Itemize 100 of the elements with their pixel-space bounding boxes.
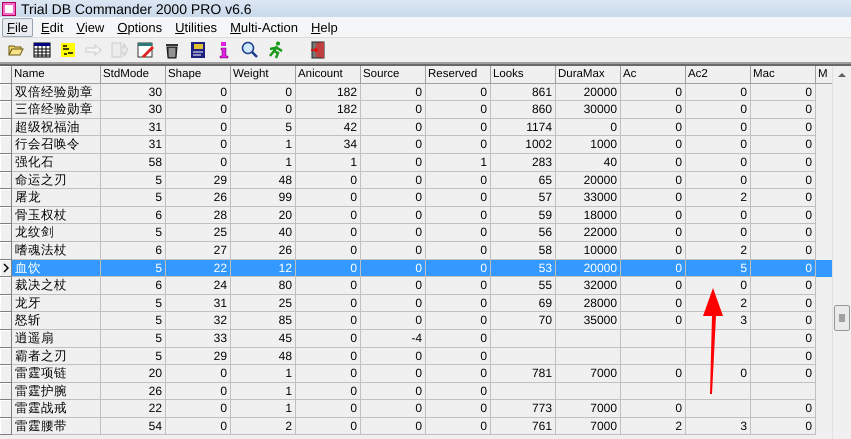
table-cell: 0: [166, 382, 231, 400]
column-header[interactable]: Weight: [231, 66, 296, 84]
table-cell: 0: [426, 330, 491, 348]
table-cell: 0: [361, 224, 426, 242]
table-cell: 裁决之杖: [12, 277, 101, 295]
menu-item[interactable]: Multi-Action: [225, 18, 303, 36]
table-cell: [491, 330, 556, 348]
table-cell: 1000: [556, 136, 621, 154]
table-cell: 6: [101, 277, 166, 295]
table-cell: 0: [426, 365, 491, 383]
table-cell: 0: [621, 242, 686, 260]
column-header[interactable]: Mac: [751, 66, 816, 84]
menu-item[interactable]: Options: [112, 18, 168, 36]
table-cell: 0: [751, 312, 816, 330]
table-cell: 0: [296, 224, 361, 242]
table-cell: 58: [101, 154, 166, 172]
table-cell: [686, 348, 751, 366]
table-cell: 1: [231, 400, 296, 418]
column-header[interactable]: Source: [361, 66, 426, 84]
table-cell: 182: [296, 84, 361, 102]
table-cell: 0: [361, 242, 426, 260]
table-cell: 屠龙: [12, 189, 101, 207]
table-cell: 2: [621, 418, 686, 436]
table-cell: 0: [361, 294, 426, 312]
table-cell: 骨玉权杖: [12, 206, 101, 224]
column-header[interactable]: Ac2: [686, 66, 751, 84]
menu-item[interactable]: File: [2, 18, 33, 36]
table-cell: 0: [621, 154, 686, 172]
table-cell: 22: [166, 260, 231, 278]
table-cell: 20: [231, 206, 296, 224]
table-cell: 65: [491, 172, 556, 190]
table-cell: 0: [426, 400, 491, 418]
table-cell: 99: [231, 189, 296, 207]
table-cell: 1174: [491, 118, 556, 136]
table-cell: 5: [101, 330, 166, 348]
menu-item[interactable]: Help: [306, 18, 343, 36]
table-cell: 0: [296, 330, 361, 348]
pencil-sheet-icon: [137, 41, 155, 59]
table-cell: 1: [231, 136, 296, 154]
table-cell: 1: [231, 154, 296, 172]
menu-item[interactable]: View: [71, 18, 110, 36]
folder-icon: [8, 43, 24, 57]
table-cell: 26: [101, 382, 166, 400]
table-cell: 3: [686, 418, 751, 436]
table-cell: 0: [686, 206, 751, 224]
table-cell: 0: [361, 84, 426, 102]
table-cell: 6: [101, 242, 166, 260]
column-header[interactable]: Anicount: [296, 66, 361, 84]
row-header[interactable]: [0, 260, 12, 278]
document-icon: [190, 41, 206, 59]
table-cell: 0: [426, 260, 491, 278]
table-cell: 龙纹剑: [12, 224, 101, 242]
table-cell: 0: [296, 206, 361, 224]
table-cell: [556, 382, 621, 400]
table-cell: 0: [751, 224, 816, 242]
table-cell: 0: [751, 189, 816, 207]
table-cell: 5: [101, 294, 166, 312]
exit-door-icon: [310, 41, 326, 59]
table-cell: 超级祝福油: [12, 118, 101, 136]
menu-item[interactable]: Edit: [36, 18, 68, 36]
chevron-icon: [2, 262, 8, 273]
table-cell: 霸者之刃: [12, 348, 101, 366]
table-cell: 31: [166, 294, 231, 312]
table-cell: 30: [101, 101, 166, 119]
column-header[interactable]: Ac: [621, 66, 686, 84]
scroll-up-icon[interactable]: [838, 72, 846, 77]
column-header[interactable]: StdMode: [101, 66, 166, 84]
table-cell: 29: [166, 172, 231, 190]
table-cell: 命运之刃: [12, 172, 101, 190]
column-header[interactable]: DuraMax: [556, 66, 621, 84]
table-cell: 5: [686, 260, 751, 278]
table-cell: 双倍经验勋章: [12, 84, 101, 102]
table-cell: 69: [491, 294, 556, 312]
table-cell: 0: [166, 400, 231, 418]
table-cell: 0: [296, 294, 361, 312]
column-header[interactable]: Name: [12, 66, 101, 84]
table-cell: 0: [426, 242, 491, 260]
table-cell: 56: [491, 224, 556, 242]
table-cell: 26: [231, 242, 296, 260]
table-cell: 5: [101, 312, 166, 330]
table-cell: 0: [361, 382, 426, 400]
table-cell: 48: [231, 348, 296, 366]
table-cell: 1: [296, 154, 361, 172]
column-header[interactable]: Reserved: [426, 66, 491, 84]
table-cell: 32000: [556, 277, 621, 295]
column-header[interactable]: Looks: [491, 66, 556, 84]
table-cell: 0: [426, 118, 491, 136]
table-cell: 0: [296, 312, 361, 330]
scroll-thumb[interactable]: [834, 305, 850, 331]
column-header[interactable]: M: [816, 66, 832, 84]
table-cell: [686, 382, 751, 400]
column-header[interactable]: Shape: [166, 66, 231, 84]
table-cell: 40: [231, 224, 296, 242]
table-cell: [621, 382, 686, 400]
table-cell: 0: [621, 172, 686, 190]
vertical-scrollbar[interactable]: [832, 66, 851, 439]
table-cell: 0: [686, 101, 751, 119]
table-cell: [686, 400, 751, 418]
table-cell: 0: [556, 118, 621, 136]
menu-item[interactable]: Utilities: [170, 18, 222, 36]
